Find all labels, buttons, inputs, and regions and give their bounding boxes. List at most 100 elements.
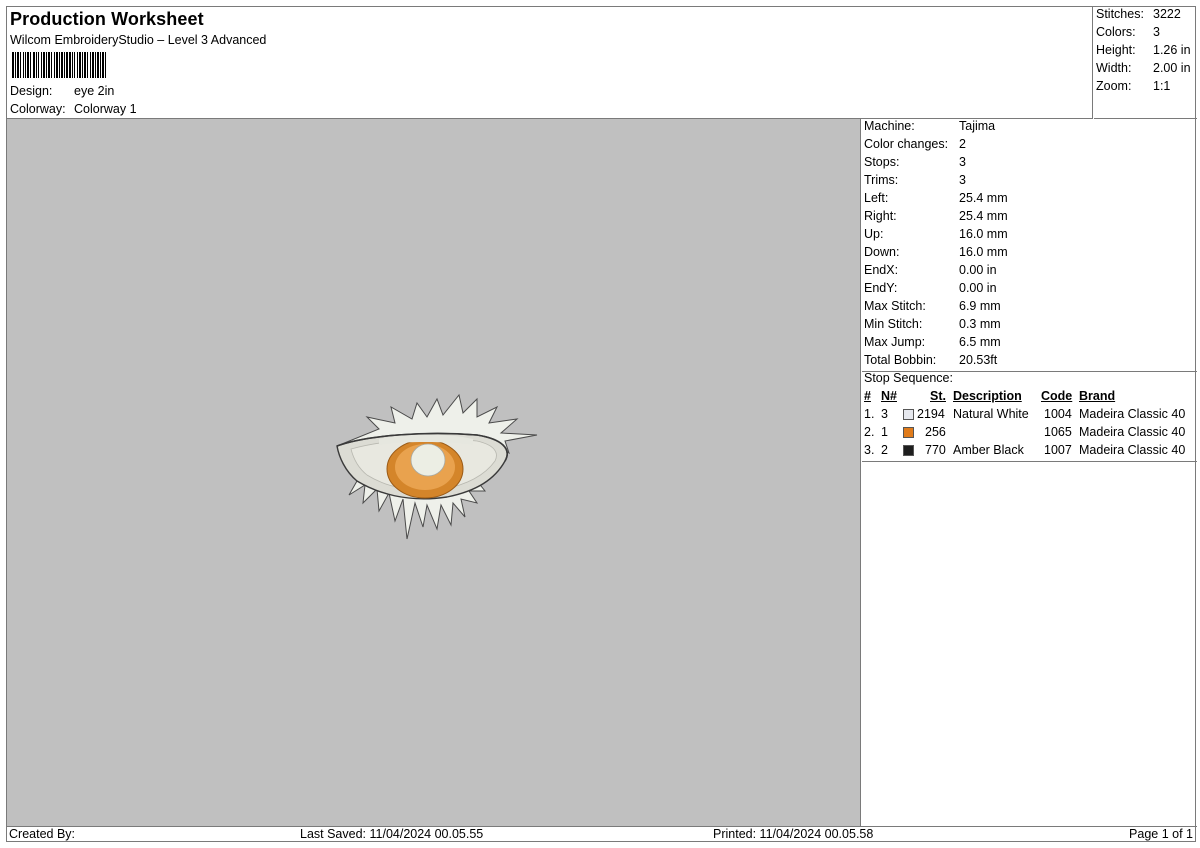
left-value: 25.4 mm <box>959 191 1008 205</box>
colors-row: Colors: 3 <box>1096 25 1160 39</box>
row-needle: 2 <box>881 443 888 457</box>
stop-sequence-title: Stop Sequence: <box>864 371 953 385</box>
machine-row: Machine: Tajima <box>864 119 995 137</box>
row-code: 1065 <box>1044 425 1072 439</box>
endx-row: EndX: 0.00 in <box>864 263 997 281</box>
up-label: Up: <box>864 227 884 241</box>
right-row: Right: 25.4 mm <box>864 209 1008 227</box>
width-row: Width: 2.00 in <box>1096 61 1191 75</box>
total-bobbin-label: Total Bobbin: <box>864 353 937 367</box>
row-brand: Madeira Classic 40 <box>1079 443 1186 457</box>
col-header-needle: N# <box>881 389 897 403</box>
stitches-value: 3222 <box>1153 7 1181 21</box>
row-code: 1004 <box>1044 407 1072 421</box>
row-stitches: 2194 <box>917 407 945 421</box>
software-name: Wilcom EmbroideryStudio – Level 3 Advanc… <box>10 33 267 47</box>
height-value: 1.26 in <box>1153 43 1191 57</box>
created-by: Created By: <box>9 827 76 841</box>
row-num: 3. <box>864 443 875 457</box>
last-saved: Last Saved: 11/04/2024 00.05.55 <box>300 827 484 841</box>
worksheet-footer: Created By: Last Saved: 11/04/2024 00.05… <box>7 826 1197 842</box>
height-label: Height: <box>1096 43 1136 57</box>
trims-value: 3 <box>959 173 966 187</box>
color-changes-label: Color changes: <box>864 137 949 151</box>
row-num: 2. <box>864 425 875 439</box>
max-jump-row: Max Jump: 6.5 mm <box>864 335 1001 353</box>
printed-date: Printed: 11/04/2024 00.05.58 <box>713 827 874 841</box>
row-needle: 1 <box>881 425 888 439</box>
endx-label: EndX: <box>864 263 899 277</box>
row-brand: Madeira Classic 40 <box>1079 407 1186 421</box>
page-number: Page 1 of 1 <box>1129 827 1193 841</box>
row-description: Amber Black <box>953 443 1024 457</box>
trims-row: Trims: 3 <box>864 173 966 191</box>
max-stitch-row: Max Stitch: 6.9 mm <box>864 299 1001 317</box>
endy-label: EndY: <box>864 281 898 295</box>
col-header-stitches: St. <box>930 389 946 403</box>
row-num: 1. <box>864 407 875 421</box>
stitches-label: Stitches: <box>1096 7 1144 21</box>
color-changes-row: Color changes: 2 <box>864 137 966 155</box>
min-stitch-label: Min Stitch: <box>864 317 923 331</box>
endx-value: 0.00 in <box>959 263 997 277</box>
max-jump-value: 6.5 mm <box>959 335 1001 349</box>
color-swatch <box>903 409 914 420</box>
row-brand: Madeira Classic 40 <box>1079 425 1186 439</box>
col-header-description: Description <box>953 389 1022 403</box>
colorway-value: Colorway 1 <box>74 102 137 116</box>
colorway-label: Colorway: <box>10 102 66 116</box>
right-value: 25.4 mm <box>959 209 1008 223</box>
col-header-brand: Brand <box>1079 389 1116 403</box>
width-value: 2.00 in <box>1153 61 1191 75</box>
left-label: Left: <box>864 191 889 205</box>
zoom-value: 1:1 <box>1153 79 1171 93</box>
design-preview <box>7 119 861 826</box>
design-label: Design: <box>10 84 53 98</box>
colorway-row: Colorway: Colorway 1 <box>10 102 137 116</box>
row-code: 1007 <box>1044 443 1072 457</box>
table-divider <box>862 461 1197 462</box>
barcode-icon <box>12 52 140 78</box>
width-label: Width: <box>1096 61 1132 75</box>
color-changes-value: 2 <box>959 137 966 151</box>
up-value: 16.0 mm <box>959 227 1008 241</box>
zoom-row: Zoom: 1:1 <box>1096 79 1170 93</box>
stops-label: Stops: <box>864 155 900 169</box>
color-swatch <box>903 427 914 438</box>
up-row: Up: 16.0 mm <box>864 227 1008 245</box>
worksheet-header: Production Worksheet Wilcom EmbroiderySt… <box>7 7 1093 119</box>
endy-value: 0.00 in <box>959 281 997 295</box>
design-summary: Stitches: 3222 Colors: 3 Height: 1.26 in Wi… <box>1094 7 1197 119</box>
machine-info-panel: Machine: Tajima Color changes: 2 Stops: 3 T… <box>862 119 1197 826</box>
design-value: eye 2in <box>74 84 115 98</box>
worksheet-frame: Production Worksheet Wilcom EmbroiderySt… <box>6 6 1197 842</box>
embroidery-eye-image <box>336 393 538 540</box>
endy-row: EndY: 0.00 in <box>864 281 997 299</box>
max-jump-label: Max Jump: <box>864 335 926 349</box>
design-row: Design: eye 2in <box>10 84 114 98</box>
machine-label: Machine: <box>864 119 915 133</box>
right-label: Right: <box>864 209 897 223</box>
trims-label: Trims: <box>864 173 899 187</box>
min-stitch-value: 0.3 mm <box>959 317 1001 331</box>
colors-value: 3 <box>1153 25 1160 39</box>
max-stitch-value: 6.9 mm <box>959 299 1001 313</box>
row-stitches: 770 <box>925 443 946 457</box>
min-stitch-row: Min Stitch: 0.3 mm <box>864 317 1001 335</box>
row-stitches: 256 <box>925 425 946 439</box>
stops-row: Stops: 3 <box>864 155 966 173</box>
down-value: 16.0 mm <box>959 245 1008 259</box>
stops-value: 3 <box>959 155 966 169</box>
colors-label: Colors: <box>1096 25 1136 39</box>
col-header-code: Code <box>1041 389 1073 403</box>
down-row: Down: 16.0 mm <box>864 245 1008 263</box>
total-bobbin-value: 20.53ft <box>959 353 998 367</box>
machine-value: Tajima <box>959 119 996 133</box>
left-row: Left: 25.4 mm <box>864 191 1008 209</box>
col-header-num: # <box>864 389 871 403</box>
page-title: Production Worksheet <box>10 9 204 29</box>
row-description: Natural White <box>953 407 1029 421</box>
stitches-row: Stitches: 3222 <box>1096 7 1181 21</box>
down-label: Down: <box>864 245 900 259</box>
height-row: Height: 1.26 in <box>1096 43 1191 57</box>
